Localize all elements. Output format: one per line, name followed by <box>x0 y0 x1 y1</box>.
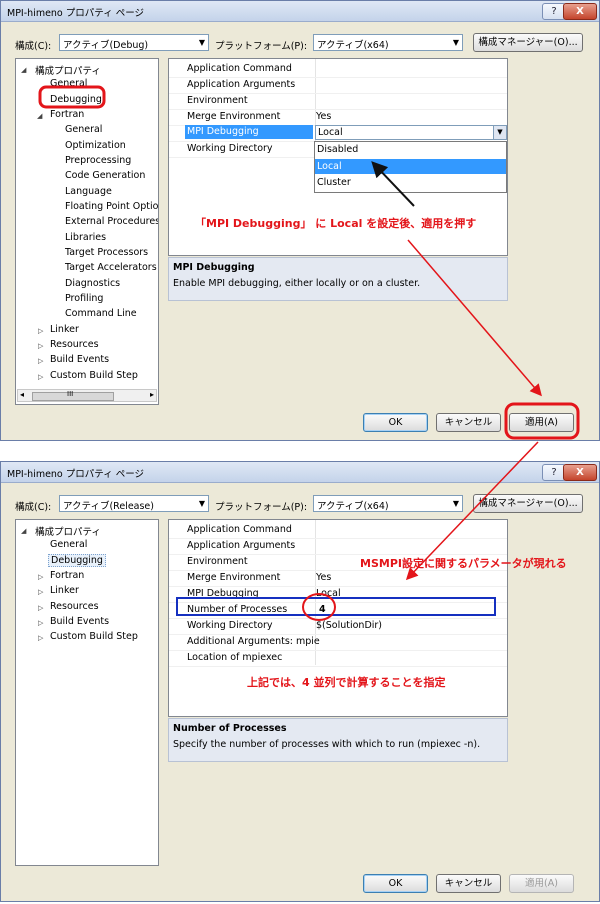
annotation-msmpi-params: MSMPI設定に関するパラメータが現れる <box>360 557 567 570</box>
highlight-debugging <box>38 85 106 109</box>
highlight-apply-button <box>504 402 580 440</box>
annotation-set-local: 「MPI Debugging」 に Local を設定後、適用を押す <box>195 217 477 230</box>
arrow-to-apply <box>407 239 542 397</box>
arrow-to-local-option <box>371 161 415 207</box>
annotation-four-parallel: 上記では、4 並列で計算することを指定 <box>247 676 446 689</box>
highlight-number-of-processes-row <box>176 597 496 616</box>
annotation-overlay <box>38 85 580 621</box>
